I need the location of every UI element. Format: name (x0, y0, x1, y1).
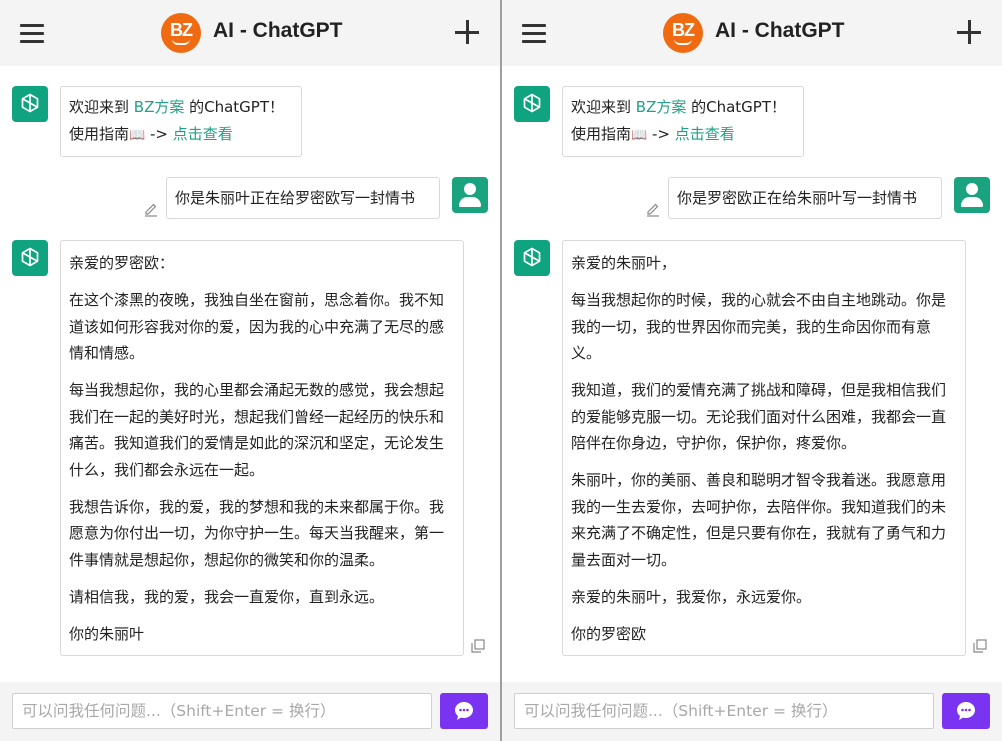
welcome-message: 欢迎来到 BZ方案 的ChatGPT！ 使用指南📖 -> 点击查看 (60, 86, 302, 157)
reply-paragraph: 朱丽叶，你的美丽、善良和聪明才智令我着迷。我愿意用我的一生去爱你，去呵护你，去陪… (571, 471, 947, 569)
app-title: AI - ChatGPT (715, 19, 845, 42)
guide-arrow: -> (647, 124, 675, 143)
user-icon (954, 177, 990, 213)
reply-paragraph: 亲爱的罗密欧： (69, 254, 175, 272)
welcome-suffix: 的ChatGPT！ (184, 98, 285, 116)
reply-paragraph: 亲爱的朱丽叶，我爱你，永远爱你。 (571, 587, 812, 606)
pencil-icon[interactable] (645, 201, 661, 217)
welcome-prefix: 欢迎来到 (69, 98, 134, 116)
welcome-prefix: 欢迎来到 (571, 98, 636, 116)
guide-label: 使用指南 (571, 124, 632, 143)
assistant-reply: 亲爱的朱丽叶， 每当我想起你的时候，我的心就会不由自主地跳动。你是我的一切，我的… (562, 240, 966, 656)
openai-logo-icon (12, 240, 48, 276)
logo-text: BZ (170, 20, 193, 40)
message-input[interactable] (12, 693, 432, 729)
bz-logo-icon: BZ (663, 13, 703, 53)
openai-logo-icon (514, 240, 550, 276)
book-icon: 📖 (129, 127, 146, 143)
hamburger-icon[interactable] (522, 22, 546, 44)
user-message: 你是朱丽叶正在给罗密欧写一封情书 (166, 177, 440, 219)
reply-paragraph: 在这个漆黑的夜晚，我独自坐在窗前，思念着你。我不知道该如何形容我对你的爱，因为我… (69, 291, 445, 362)
plus-icon[interactable] (957, 20, 981, 44)
reply-paragraph: 每当我想起你的时候，我的心就会不由自主地跳动。你是我的一切，我的世界因你而完美，… (571, 291, 947, 362)
chat-pane-right: BZ AI - ChatGPT 欢迎来到 BZ方案 的ChatGPT！ 使用指南… (502, 0, 1002, 741)
user-icon (452, 177, 488, 213)
hamburger-icon[interactable] (20, 22, 44, 44)
reply-paragraph: 每当我想起你，我的心里都会涌起无数的感觉，我会想起我们在一起的美好时光，想起我们… (69, 381, 445, 479)
message-input[interactable] (514, 693, 934, 729)
copy-icon[interactable] (470, 638, 486, 654)
bz-logo-icon: BZ (161, 13, 201, 53)
guide-link[interactable]: 点击查看 (675, 125, 735, 143)
openai-logo-icon (514, 86, 550, 122)
reply-paragraph: 我想告诉你，我的爱，我的梦想和我的未来都属于你。我愿意为你付出一切，为你守护一生… (69, 497, 445, 569)
openai-logo-icon (12, 86, 48, 122)
header: BZ AI - ChatGPT (0, 0, 500, 66)
brand-link[interactable]: BZ方案 (636, 98, 687, 116)
chat-bubble-icon (455, 702, 473, 720)
copy-icon[interactable] (972, 638, 988, 654)
chat-bubble-icon (957, 702, 975, 720)
header: BZ AI - ChatGPT (502, 0, 1002, 66)
guide-arrow: -> (145, 124, 173, 143)
reply-paragraph: 你的罗密欧 (571, 624, 647, 643)
guide-link[interactable]: 点击查看 (173, 125, 233, 143)
logo-text: BZ (672, 20, 695, 40)
reply-paragraph: 我知道，我们的爱情充满了挑战和障碍，但是我相信我们的爱能够克服一切。无论我们面对… (571, 381, 947, 452)
user-message: 你是罗密欧正在给朱丽叶写一封情书 (668, 177, 942, 219)
reply-paragraph: 亲爱的朱丽叶， (571, 254, 677, 272)
send-button[interactable] (942, 693, 990, 729)
guide-label: 使用指南 (69, 124, 130, 143)
book-icon: 📖 (631, 127, 648, 143)
send-button[interactable] (440, 693, 488, 729)
reply-paragraph: 你的朱丽叶 (69, 624, 145, 643)
input-bar (502, 682, 1002, 741)
input-bar (0, 682, 500, 741)
chat-pane-left: BZ AI - ChatGPT 欢迎来到 BZ方案 的ChatGPT！ 使用指南… (0, 0, 500, 741)
welcome-message: 欢迎来到 BZ方案 的ChatGPT！ 使用指南📖 -> 点击查看 (562, 86, 804, 157)
pencil-icon[interactable] (143, 201, 159, 217)
brand-link[interactable]: BZ方案 (134, 98, 185, 116)
welcome-suffix: 的ChatGPT！ (686, 98, 787, 116)
app-title: AI - ChatGPT (213, 19, 343, 42)
plus-icon[interactable] (455, 20, 479, 44)
assistant-reply: 亲爱的罗密欧： 在这个漆黑的夜晚，我独自坐在窗前，思念着你。我不知道该如何形容我… (60, 240, 464, 656)
reply-paragraph: 请相信我，我的爱，我会一直爱你，直到永远。 (69, 587, 385, 606)
